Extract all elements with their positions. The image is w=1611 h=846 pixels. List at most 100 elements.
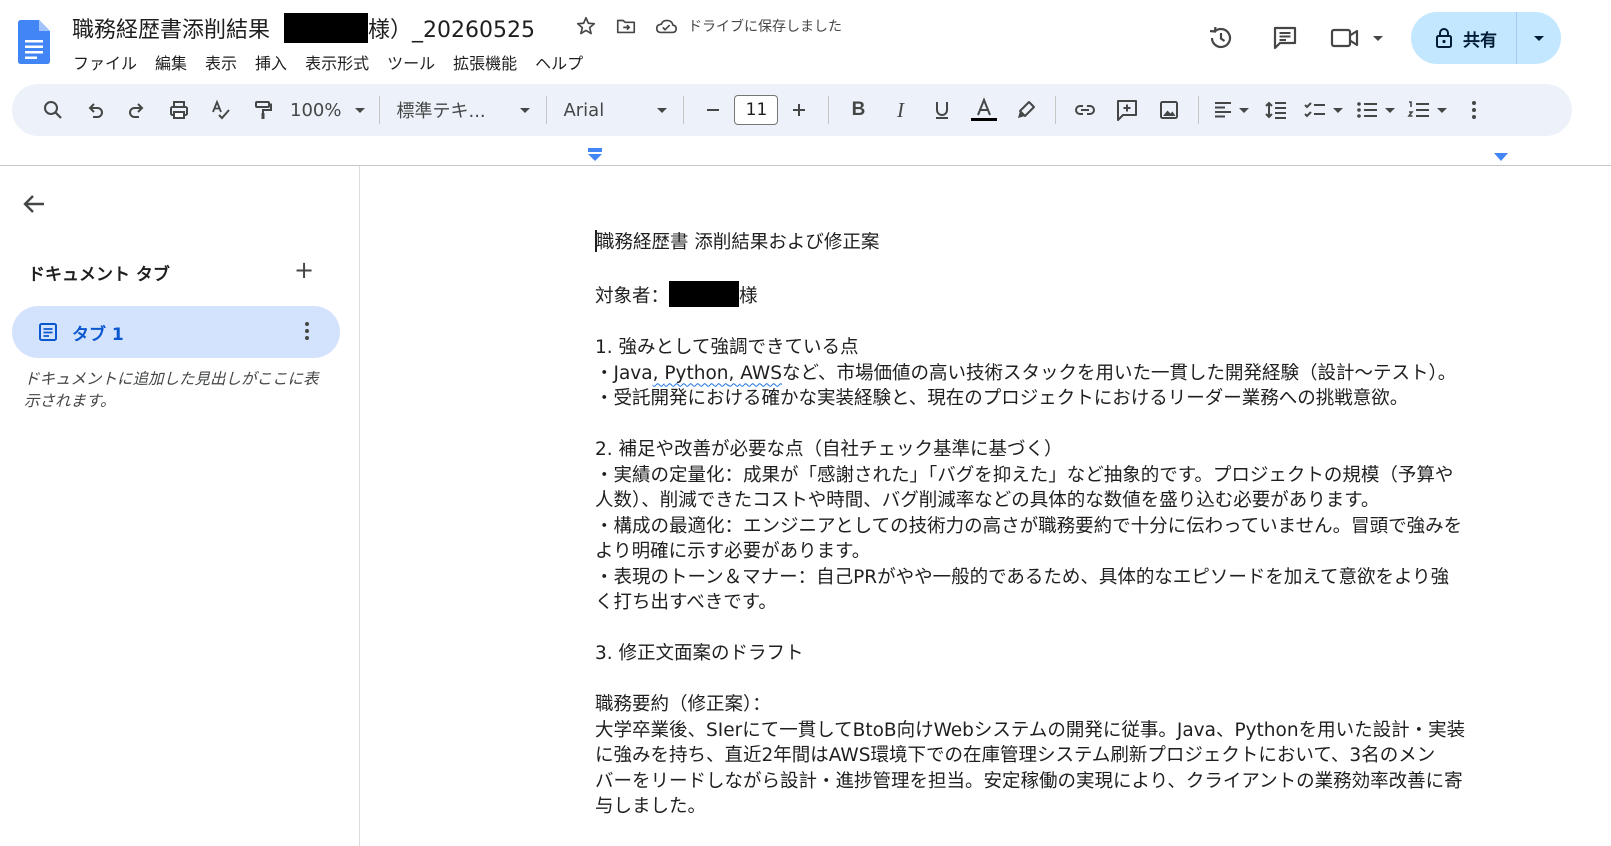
document-body[interactable]: 職務経歴書 添削結果および修正案 対象者：様 1. 強みとして強調できている点 … xyxy=(595,230,1515,820)
checklist-icon[interactable] xyxy=(1303,94,1344,126)
document-title[interactable]: 職務経歴書添削結果 様）_20260525 xyxy=(72,12,535,44)
print-icon[interactable] xyxy=(164,94,194,126)
highlight-icon[interactable] xyxy=(1011,94,1041,126)
cloud-saved-icon[interactable] xyxy=(654,14,678,38)
right-indent-marker-icon[interactable] xyxy=(1493,152,1509,162)
spellcheck-icon[interactable] xyxy=(206,94,236,126)
toolbar-divider xyxy=(546,96,548,124)
paint-format-icon[interactable] xyxy=(248,94,278,126)
share-button[interactable]: 共有 xyxy=(1411,12,1561,64)
chevron-down-icon xyxy=(1333,107,1344,113)
toolbar-divider xyxy=(683,96,685,124)
menu-insert[interactable]: 挿入 xyxy=(246,48,296,76)
redo-icon[interactable] xyxy=(122,94,152,126)
section-2-bullet-2a: ・構成の最適化：エンジニアとしての技術力の高さが職務要約で十分に伝わっていません… xyxy=(595,515,1463,537)
paragraph-style-select[interactable]: 標準テキ... xyxy=(388,97,538,123)
numbered-list-icon[interactable] xyxy=(1407,94,1448,126)
doc-title-text: 職務経歴書 添削結果および修正案 xyxy=(596,232,880,253)
doc-title: 職務経歴書 添削結果および修正案 xyxy=(595,230,1515,256)
redacted-name xyxy=(669,281,740,307)
increase-font-size-icon[interactable] xyxy=(784,94,814,126)
section-2-bullet-3b: く打ち出すべきです。 xyxy=(595,592,777,613)
share-label: 共有 xyxy=(1463,30,1497,51)
section-2-bullet-1a: ・実績の定量化：成果が「感謝された」「バグを抑えた」など抽象的です。プロジェクト… xyxy=(595,464,1454,486)
headings-hint: ドキュメントに追加した見出しがここに表示されます。 xyxy=(24,370,319,410)
word-java: Java xyxy=(613,362,653,384)
section-2-bullet-1b: 人数）、削減できたコストや時間、バグ削減率などの具体的な数値を盛り込む必要があり… xyxy=(595,490,1380,511)
menu-view[interactable]: 表示 xyxy=(196,48,246,76)
tabs-heading: ドキュメント タブ xyxy=(28,265,170,285)
insert-link-icon[interactable] xyxy=(1070,94,1100,126)
align-left-icon[interactable] xyxy=(1213,94,1250,126)
toolbar-divider xyxy=(1198,96,1200,124)
star-icon[interactable] xyxy=(574,14,598,38)
share-options-dropdown[interactable] xyxy=(1517,12,1561,64)
title-actions: ドライブに保存しました xyxy=(574,14,842,38)
font-size-input[interactable]: 11 xyxy=(734,95,779,125)
version-history-icon[interactable] xyxy=(1199,16,1243,60)
menu-help[interactable]: ヘルプ xyxy=(526,48,592,76)
menu-format[interactable]: 表示形式 xyxy=(296,48,378,76)
docs-logo-icon[interactable] xyxy=(18,20,50,64)
font-select[interactable]: Arial xyxy=(555,100,675,121)
underline-icon[interactable] xyxy=(927,94,957,126)
indent-marker-icon[interactable] xyxy=(587,148,603,162)
section-3-heading: 3. 修正文面案のドラフト xyxy=(595,643,804,664)
tab-options-icon[interactable] xyxy=(304,320,310,342)
bullet-mark: ・ xyxy=(595,362,614,384)
paragraph-style-value: 標準テキ... xyxy=(396,101,486,122)
add-comment-icon[interactable] xyxy=(1112,94,1142,126)
add-tab-icon[interactable]: + xyxy=(294,258,314,282)
chevron-down-icon xyxy=(1373,35,1383,41)
share-main[interactable]: 共有 xyxy=(1411,12,1517,64)
chevron-down-icon xyxy=(520,107,531,113)
menu-file[interactable]: ファイル xyxy=(64,48,146,76)
section-2-bullet-3a: ・表現のトーン＆マナー：自己PRがやや一般的であるため、具体的なエピソードを加え… xyxy=(595,566,1450,588)
document-icon xyxy=(39,323,57,341)
title-prefix: 職務経歴書添削結果 xyxy=(72,18,271,43)
toolbar-divider xyxy=(1055,96,1057,124)
spelling-flag[interactable]: , Python, AWS xyxy=(653,363,782,384)
tab-label: タブ 1 xyxy=(72,324,124,345)
meet-button[interactable] xyxy=(1329,24,1383,52)
zoom-select[interactable]: 100% xyxy=(284,100,371,121)
summary-line-2: に強みを持ち、直近2年間はAWS環境下での在庫管理システム刷新プロジェクトにおい… xyxy=(595,745,1436,766)
search-menus-icon[interactable] xyxy=(38,94,68,126)
italic-icon[interactable]: I xyxy=(885,94,915,126)
tab-item-1[interactable]: タブ 1 xyxy=(12,306,340,358)
chevron-down-icon xyxy=(355,107,366,113)
back-arrow-icon[interactable] xyxy=(20,190,48,218)
menu-bar: ファイル 編集 表示 挿入 表示形式 ツール 拡張機能 ヘルプ xyxy=(64,48,592,76)
decrease-font-size-icon[interactable] xyxy=(698,94,728,126)
redacted-name xyxy=(284,13,369,43)
bulleted-list-icon[interactable] xyxy=(1355,94,1396,126)
move-folder-icon[interactable] xyxy=(614,14,638,38)
chevron-down-icon xyxy=(1385,107,1396,113)
section-2-heading: 2. 補足や改善が必要な点（自社チェック基準に基づく） xyxy=(595,439,1063,460)
target-line: 対象者： 様 xyxy=(595,281,1515,310)
chevron-down-icon xyxy=(1534,35,1544,41)
menu-tools[interactable]: ツール xyxy=(378,48,444,76)
video-camera-icon xyxy=(1330,28,1359,48)
target-prefix: 対象者： xyxy=(595,286,670,307)
summary-heading: 職務要約（修正案）： xyxy=(595,694,771,715)
separator: , xyxy=(652,362,665,384)
chevron-down-icon xyxy=(657,107,668,113)
bold-icon[interactable]: B xyxy=(843,94,873,126)
text-color-icon[interactable] xyxy=(969,94,999,126)
more-options-icon[interactable] xyxy=(1459,94,1489,126)
section-1-bullet-1: ・Java, Python, AWSなど、市場価値の高い技術スタックを用いた一貫… xyxy=(595,361,1515,387)
header-right-tools: 共有 xyxy=(1199,10,1611,66)
menu-edit[interactable]: 編集 xyxy=(146,48,196,76)
line-spacing-icon[interactable] xyxy=(1261,94,1291,126)
toolbar-divider xyxy=(379,96,381,124)
menu-extensions[interactable]: 拡張機能 xyxy=(444,48,526,76)
insert-image-icon[interactable] xyxy=(1154,94,1184,126)
section-1-bullet-2: ・受託開発における確かな実装経験と、現在のプロジェクトにおけるリーダー業務への挑… xyxy=(595,388,1409,409)
comments-icon[interactable] xyxy=(1263,16,1307,60)
undo-icon[interactable] xyxy=(80,94,110,126)
